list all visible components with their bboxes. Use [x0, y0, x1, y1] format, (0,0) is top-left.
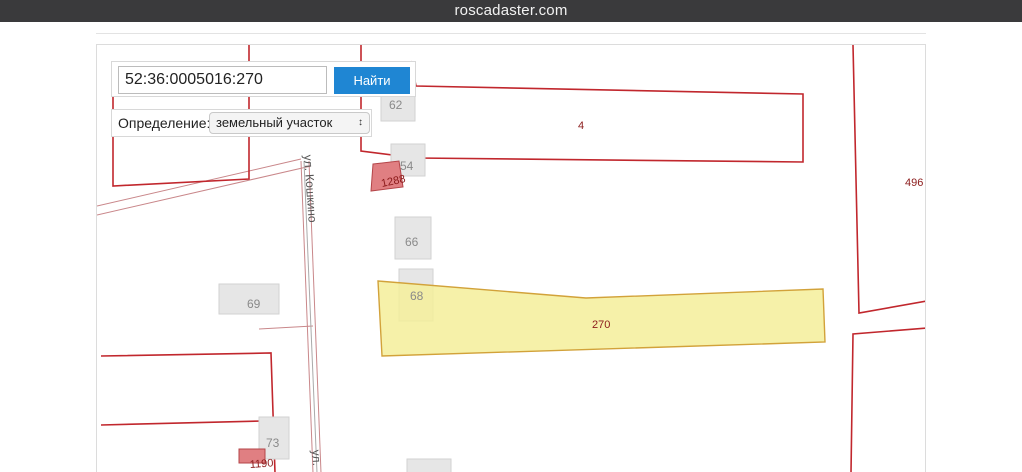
buildings	[218, 88, 452, 472]
parcel-label: 496	[905, 177, 923, 189]
cadastral-number-input[interactable]: 52:36:0005016:270	[118, 66, 327, 94]
parcel-label: 4	[578, 120, 584, 132]
building-number: 66	[405, 235, 419, 249]
street-name: ул. Кошкино	[301, 154, 320, 223]
definition-label: Определение:	[118, 115, 211, 131]
url-title: roscadaster.com	[454, 2, 568, 19]
chevron-up-down-icon: ↕	[358, 117, 363, 128]
building-number: 62	[389, 98, 403, 112]
search-button[interactable]: Найти	[334, 67, 410, 94]
building-number: 73	[266, 436, 280, 450]
definition-selected-value: земельный участок	[216, 115, 333, 130]
divider	[96, 33, 926, 34]
definition-select[interactable]: земельный участок ↕	[209, 112, 370, 134]
building-number: 69	[247, 297, 261, 311]
building-number: 68	[410, 289, 424, 303]
browser-address-bar[interactable]: roscadaster.com	[0, 0, 1022, 22]
parcel-label: 270	[592, 319, 610, 331]
street-name: ул.	[309, 449, 324, 466]
parcel-label: 1190	[249, 457, 273, 471]
building-number: 54	[400, 159, 414, 173]
